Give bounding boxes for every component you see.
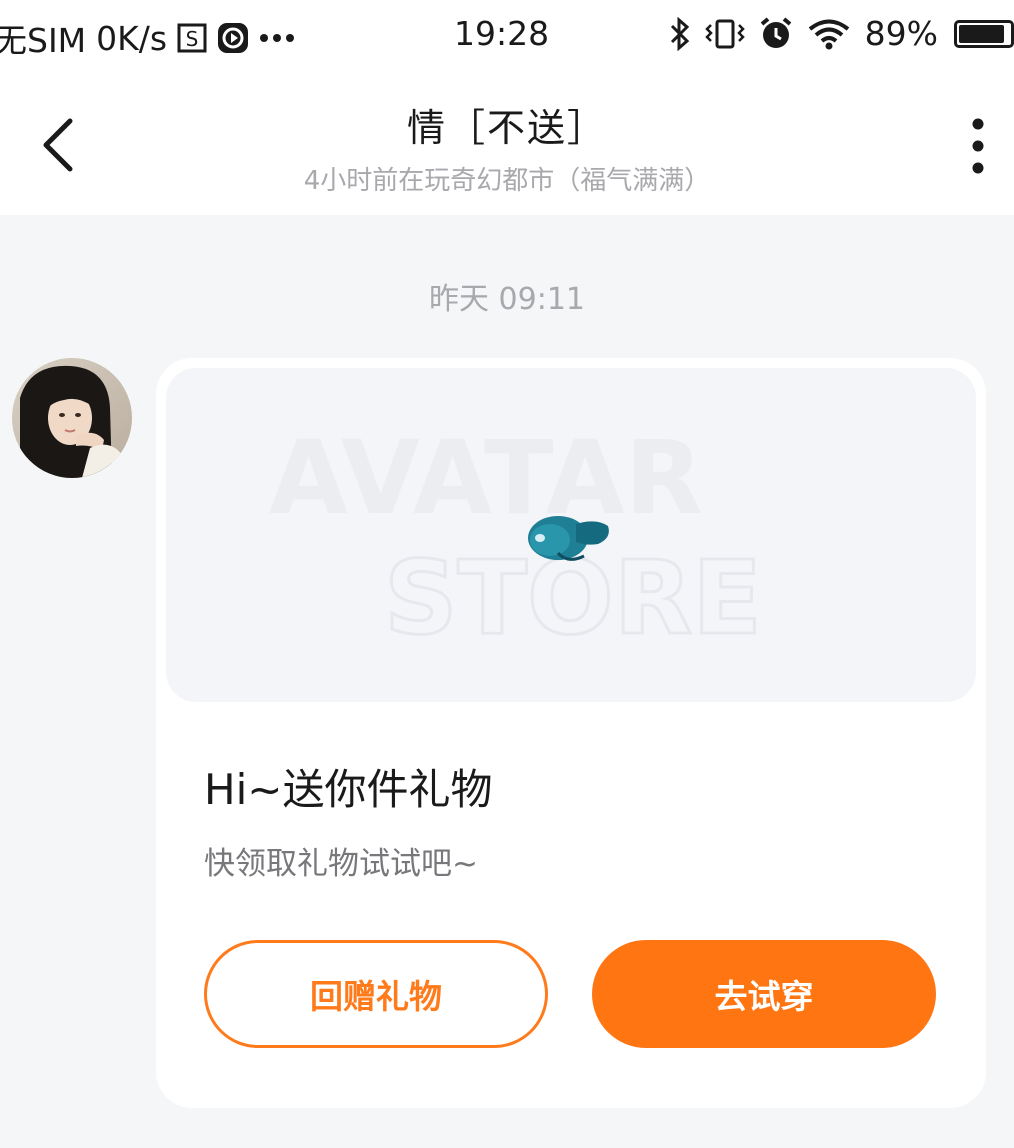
page-title: 情［不送］: [406, 106, 607, 150]
try-on-button[interactable]: 去试穿: [592, 940, 936, 1048]
status-right: 89%: [669, 14, 1014, 53]
sim-storage-icon: S: [177, 23, 207, 53]
gift-preview-art: AVATAR STORE: [269, 419, 763, 660]
gift-card-description: 快领取礼物试试吧~: [204, 846, 478, 882]
gift-preview[interactable]: AVATAR STORE: [166, 368, 976, 702]
battery-percent: 89%: [864, 14, 938, 53]
chat-header: 情［不送］ 4小时前在玩奇幻都市（福气满满）: [0, 75, 1014, 215]
return-gift-button[interactable]: 回赠礼物: [204, 940, 548, 1048]
avatar-photo: [12, 358, 132, 478]
gift-card-title: Hi~送你件礼物: [204, 765, 493, 814]
clock: 19:28: [454, 14, 550, 53]
battery-level-fill: [959, 24, 1004, 43]
vibrate-icon: [704, 19, 745, 49]
gift-message-card[interactable]: AVATAR STORE Hi~送你件礼物 快领取礼物试试吧~ 回赠礼物 去试穿: [156, 358, 986, 1108]
more-vertical-icon: [972, 118, 984, 174]
more-options-button[interactable]: [966, 117, 990, 175]
status-bar: 无SIM 0K/s S 19:28 89%: [0, 0, 1014, 75]
message-timestamp: 昨天 09:11: [429, 282, 585, 317]
network-speed: 0K/s: [96, 18, 168, 58]
alarm-icon: [759, 16, 793, 51]
bluetooth-icon: [669, 16, 691, 51]
page-subtitle: 4小时前在玩奇幻都市（福气满满）: [303, 166, 711, 196]
title-area: 情［不送］ 4小时前在玩奇幻都市（福气满满）: [0, 97, 1014, 197]
more-dots-icon: [259, 33, 295, 43]
wifi-icon: [807, 18, 851, 50]
carrier-label: 无SIM: [0, 21, 87, 60]
watermark-avatar: AVATAR: [269, 419, 703, 538]
media-play-icon: [217, 22, 249, 54]
svg-text:S: S: [186, 27, 199, 51]
battery-icon: [954, 19, 1014, 48]
status-left: 无SIM 0K/s S: [0, 14, 295, 62]
avatar[interactable]: [12, 358, 132, 478]
